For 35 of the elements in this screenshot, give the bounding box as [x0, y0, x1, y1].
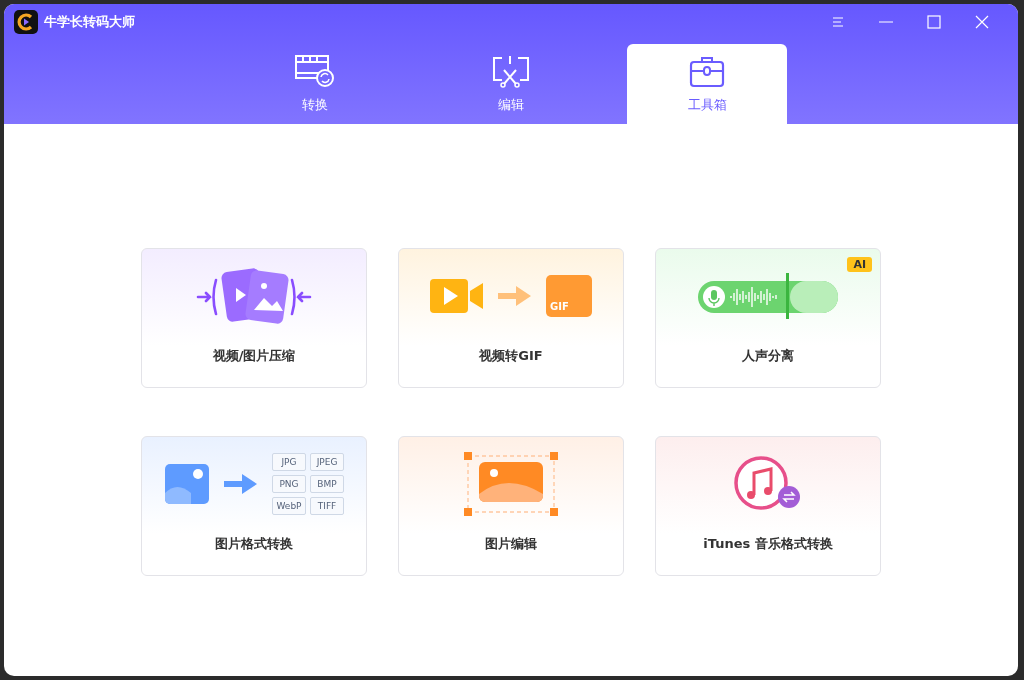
tool-card[interactable]: JPG JPEG PNG BMP WebP TIFF 图片格式转换: [141, 436, 367, 576]
film-convert-icon: [294, 54, 336, 88]
tool-card[interactable]: 视频/图片压缩: [141, 248, 367, 388]
tool-card[interactable]: AI 人声分离: [655, 248, 881, 388]
format-label: JPEG: [310, 453, 344, 471]
gif-label: GIF: [550, 301, 569, 312]
tool-label: 图片编辑: [485, 535, 537, 553]
nav-tab[interactable]: 编辑: [431, 44, 591, 124]
image-icon: [164, 463, 210, 505]
format-label: BMP: [310, 475, 344, 493]
tool-label: 人声分离: [742, 347, 794, 365]
tool-label: 视频转GIF: [479, 347, 543, 365]
music-note-icon: [733, 455, 803, 513]
format-label: TIFF: [310, 497, 344, 515]
format-label: WebP: [272, 497, 306, 515]
tool-card[interactable]: GIF 视频转GIF: [398, 248, 624, 388]
logo-icon: [14, 10, 38, 34]
arrow-icon: [224, 473, 258, 495]
ai-badge: AI: [847, 257, 872, 272]
tool-card[interactable]: iTunes 音乐格式转换: [655, 436, 881, 576]
tool-label: iTunes 音乐格式转换: [703, 535, 833, 553]
scissors-frame-icon: [490, 54, 532, 88]
nav-tab[interactable]: 转换: [235, 44, 395, 124]
nav-tab[interactable]: 工具箱: [627, 44, 787, 124]
format-label: JPG: [272, 453, 306, 471]
image-crop-icon: [464, 452, 558, 516]
arrow-icon: [498, 285, 532, 307]
format-label: PNG: [272, 475, 306, 493]
window-title: 牛学长转码大师: [44, 13, 135, 31]
tool-label: 图片格式转换: [215, 535, 293, 553]
compress-photos-icon: [196, 266, 312, 326]
tool-card[interactable]: 图片编辑: [398, 436, 624, 576]
video-camera-icon: [430, 277, 484, 315]
toolbox-icon: [689, 54, 725, 88]
tool-label: 视频/图片压缩: [212, 347, 296, 365]
